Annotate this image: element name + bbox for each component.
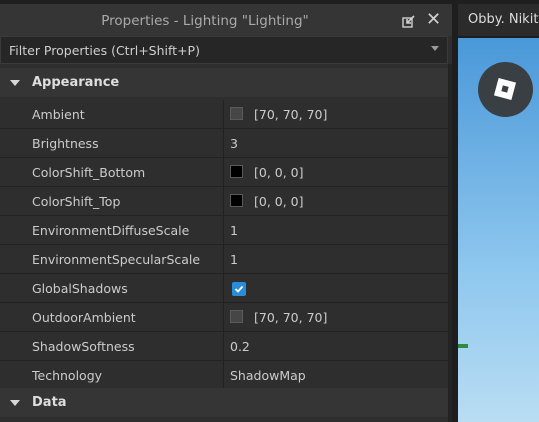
checkmark-icon bbox=[234, 285, 244, 293]
panel-titlebar: Properties - Lighting "Lighting" ✕ bbox=[0, 4, 452, 36]
color-swatch[interactable] bbox=[230, 310, 243, 323]
roblox-logo-icon[interactable] bbox=[478, 62, 533, 117]
property-name: EnvironmentDiffuseScale bbox=[32, 223, 190, 238]
property-row-global-shadows[interactable]: GlobalShadows bbox=[0, 274, 448, 303]
property-row-technology[interactable]: Technology ShadowMap bbox=[0, 361, 448, 390]
filter-properties-field[interactable] bbox=[0, 36, 448, 64]
property-name: Technology bbox=[32, 368, 103, 383]
property-row-environment-diffuse-scale[interactable]: EnvironmentDiffuseScale 1 bbox=[0, 216, 448, 245]
property-value[interactable]: 0.2 bbox=[230, 332, 250, 361]
column-divider[interactable] bbox=[223, 187, 224, 215]
property-name: ShadowSoftness bbox=[32, 339, 135, 354]
property-row-colorshift-top[interactable]: ColorShift_Top [0, 0, 0] bbox=[0, 187, 448, 216]
column-divider[interactable] bbox=[223, 158, 224, 186]
property-row-colorshift-bottom[interactable]: ColorShift_Bottom [0, 0, 0] bbox=[0, 158, 448, 187]
undock-icon[interactable] bbox=[402, 14, 416, 28]
property-name: Ambient bbox=[32, 107, 85, 122]
column-divider[interactable] bbox=[223, 332, 224, 360]
column-divider[interactable] bbox=[223, 361, 224, 389]
column-divider[interactable] bbox=[223, 129, 224, 157]
property-value[interactable]: 1 bbox=[230, 245, 238, 274]
property-row-brightness[interactable]: Brightness 3 bbox=[0, 129, 448, 158]
color-swatch[interactable] bbox=[230, 165, 243, 178]
color-swatch[interactable] bbox=[230, 194, 243, 207]
collapse-triangle-icon[interactable] bbox=[10, 400, 20, 406]
section-appearance[interactable]: Appearance bbox=[0, 68, 448, 97]
column-divider[interactable] bbox=[223, 274, 224, 302]
global-shadows-checkbox[interactable] bbox=[232, 282, 246, 296]
collapse-triangle-icon[interactable] bbox=[10, 80, 20, 86]
property-value[interactable]: [70, 70, 70] bbox=[254, 303, 327, 332]
close-icon[interactable]: ✕ bbox=[426, 11, 441, 29]
property-row-ambient[interactable]: Ambient [70, 70, 70] bbox=[0, 100, 448, 129]
property-name: OutdoorAmbient bbox=[32, 310, 136, 325]
property-row-outdoor-ambient[interactable]: OutdoorAmbient [70, 70, 70] bbox=[0, 303, 448, 332]
filter-properties-input[interactable] bbox=[1, 37, 429, 63]
panel-title: Properties - Lighting "Lighting" bbox=[101, 13, 309, 29]
properties-panel: Properties - Lighting "Lighting" ✕ Appea… bbox=[0, 4, 452, 422]
section-label: Appearance bbox=[32, 75, 120, 90]
section-data[interactable]: Data bbox=[0, 388, 448, 417]
property-value[interactable]: [70, 70, 70] bbox=[254, 100, 327, 129]
column-divider[interactable] bbox=[223, 216, 224, 244]
property-name: ColorShift_Bottom bbox=[32, 165, 146, 180]
column-divider[interactable] bbox=[223, 245, 224, 273]
property-value[interactable]: 3 bbox=[230, 129, 238, 158]
property-name: GlobalShadows bbox=[32, 281, 128, 296]
property-value[interactable]: [0, 0, 0] bbox=[254, 187, 304, 216]
chevron-down-icon[interactable] bbox=[431, 46, 439, 51]
property-name: Brightness bbox=[32, 136, 99, 151]
property-row-environment-specular-scale[interactable]: EnvironmentSpecularScale 1 bbox=[0, 245, 448, 274]
property-value[interactable]: ShadowMap bbox=[230, 361, 306, 390]
section-label: Data bbox=[32, 395, 67, 410]
scene-object bbox=[458, 344, 468, 348]
column-divider[interactable] bbox=[223, 303, 224, 331]
property-row-shadow-softness[interactable]: ShadowSoftness 0.2 bbox=[0, 332, 448, 361]
color-swatch[interactable] bbox=[230, 107, 243, 120]
property-value[interactable]: 1 bbox=[230, 216, 238, 245]
game-viewport: Obby. Nikit bbox=[458, 4, 539, 422]
viewport-scene[interactable] bbox=[458, 38, 539, 422]
viewport-tab[interactable]: Obby. Nikit bbox=[458, 4, 539, 36]
property-name: EnvironmentSpecularScale bbox=[32, 252, 201, 267]
column-divider[interactable] bbox=[223, 100, 224, 128]
property-name: ColorShift_Top bbox=[32, 194, 121, 209]
property-value[interactable]: [0, 0, 0] bbox=[254, 158, 304, 187]
